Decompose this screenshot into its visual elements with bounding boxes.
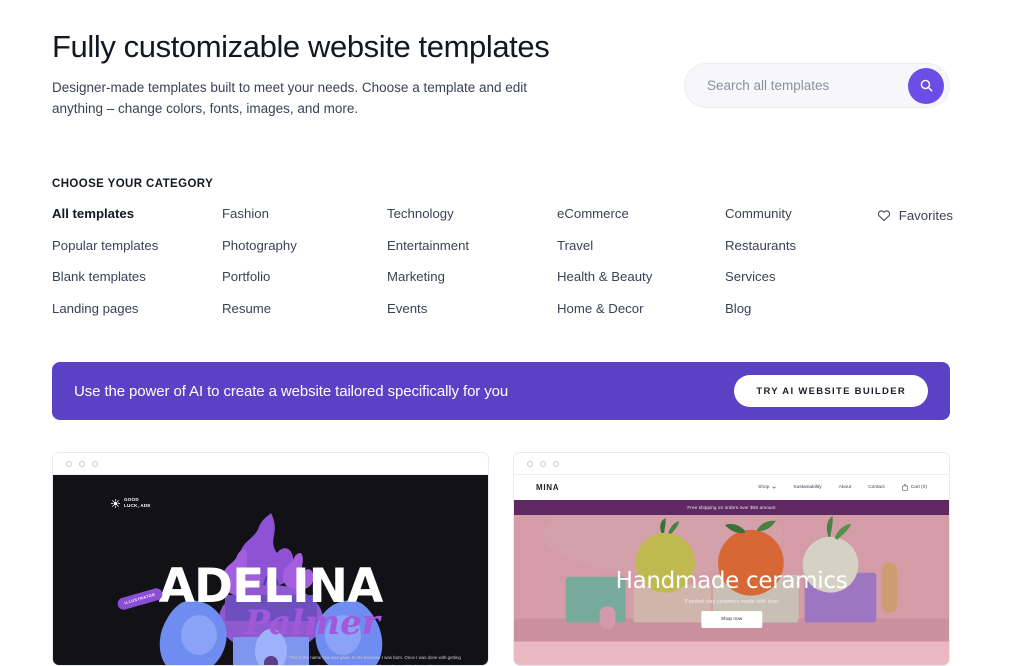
category-travel[interactable]: Travel bbox=[557, 238, 725, 254]
mina-shop-now-button[interactable]: Shop now bbox=[700, 611, 763, 628]
chrome-dot-green bbox=[92, 460, 98, 467]
templates-page: Fully customizable website templates Des… bbox=[0, 0, 1024, 666]
template-preview-adelina: GOOD LUCK, ADE ADELINA ILLUSTRATOR Palme… bbox=[53, 475, 488, 665]
search-icon bbox=[920, 79, 932, 92]
adelina-body-text: This is the name that was given to me be… bbox=[289, 655, 461, 665]
category-blank-templates[interactable]: Blank templates bbox=[52, 270, 222, 285]
category-marketing[interactable]: Marketing bbox=[387, 270, 557, 285]
mina-nav-about[interactable]: About bbox=[839, 485, 852, 490]
category-blog[interactable]: Blog bbox=[725, 301, 873, 317]
category-popular-templates[interactable]: Popular templates bbox=[52, 238, 222, 254]
mina-nav-contact[interactable]: Contact bbox=[868, 485, 885, 490]
heart-icon bbox=[877, 210, 890, 222]
category-grid: All templates Fashion Technology eCommer… bbox=[52, 206, 952, 317]
browser-chrome-bar bbox=[53, 453, 488, 475]
mina-hero-title: Handmade ceramics bbox=[615, 568, 848, 594]
template-card-mina[interactable]: MINA Shop Sustainability About Contact C… bbox=[513, 452, 950, 666]
adelina-logo-line2: LUCK, ADE bbox=[124, 503, 151, 509]
page-subtitle: Designer-made templates built to meet yo… bbox=[52, 80, 528, 117]
browser-chrome-bar bbox=[514, 453, 949, 475]
mina-nav-links: Shop Sustainability About Contact Cart (… bbox=[758, 484, 927, 491]
shopping-bag-icon bbox=[901, 484, 908, 491]
search-input[interactable] bbox=[685, 78, 908, 93]
category-section-label: CHOOSE YOUR CATEGORY bbox=[52, 178, 214, 190]
mina-nav-sustainability[interactable]: Sustainability bbox=[793, 485, 821, 490]
chrome-dot-yellow bbox=[79, 460, 85, 467]
starburst-icon bbox=[111, 498, 120, 508]
category-health-beauty[interactable]: Health & Beauty bbox=[557, 270, 725, 285]
ai-banner-text: Use the power of AI to create a website … bbox=[74, 382, 509, 400]
category-home-decor[interactable]: Home & Decor bbox=[557, 301, 725, 317]
category-events[interactable]: Events bbox=[387, 301, 557, 317]
template-card-grid: GOOD LUCK, ADE ADELINA ILLUSTRATOR Palme… bbox=[52, 452, 950, 666]
mina-cart-label: Cart (0) bbox=[910, 485, 927, 490]
chrome-dot-red bbox=[66, 460, 72, 467]
category-portfolio[interactable]: Portfolio bbox=[222, 270, 387, 285]
mina-logo: MINA bbox=[536, 483, 560, 492]
page-title: Fully customizable website templates bbox=[52, 29, 550, 64]
search-button[interactable] bbox=[908, 67, 944, 104]
category-photography[interactable]: Photography bbox=[222, 238, 387, 254]
category-ecommerce[interactable]: eCommerce bbox=[557, 206, 725, 222]
category-restaurants[interactable]: Restaurants bbox=[725, 238, 873, 254]
mina-announcement-bar: Free shipping on orders over $50 amount bbox=[514, 500, 949, 515]
category-fashion[interactable]: Fashion bbox=[222, 206, 387, 222]
chrome-dot-yellow bbox=[540, 460, 546, 467]
category-technology[interactable]: Technology bbox=[387, 206, 557, 222]
ai-builder-banner: Use the power of AI to create a website … bbox=[52, 362, 950, 420]
category-community[interactable]: Community bbox=[725, 206, 873, 222]
category-resume[interactable]: Resume bbox=[222, 301, 387, 317]
mina-nav-shop[interactable]: Shop bbox=[758, 485, 777, 490]
adelina-subtitle: Palmer bbox=[244, 603, 380, 643]
mina-cart[interactable]: Cart (0) bbox=[901, 484, 927, 491]
mina-hero: Handmade ceramics Painted clay ceramics … bbox=[514, 515, 949, 642]
chrome-dot-red bbox=[527, 460, 533, 467]
category-entertainment[interactable]: Entertainment bbox=[387, 238, 557, 254]
chrome-dot-green bbox=[553, 460, 559, 467]
template-card-adelina[interactable]: GOOD LUCK, ADE ADELINA ILLUSTRATOR Palme… bbox=[52, 452, 489, 666]
try-ai-website-builder-button[interactable]: TRY AI WEBSITE BUILDER bbox=[734, 375, 928, 407]
category-all-templates[interactable]: All templates bbox=[52, 206, 222, 222]
mina-navbar: MINA Shop Sustainability About Contact C… bbox=[514, 475, 949, 500]
favorites-link[interactable]: Favorites bbox=[877, 208, 953, 223]
template-preview-mina: MINA Shop Sustainability About Contact C… bbox=[514, 475, 949, 665]
search-bar[interactable] bbox=[684, 63, 950, 108]
category-landing-pages[interactable]: Landing pages bbox=[52, 301, 222, 317]
favorites-label: Favorites bbox=[898, 208, 953, 223]
mina-hero-subtitle: Painted clay ceramics made with love bbox=[684, 599, 779, 605]
adelina-logo: GOOD LUCK, ADE bbox=[111, 497, 151, 509]
chevron-down-icon bbox=[772, 486, 777, 489]
category-services[interactable]: Services bbox=[725, 270, 873, 285]
